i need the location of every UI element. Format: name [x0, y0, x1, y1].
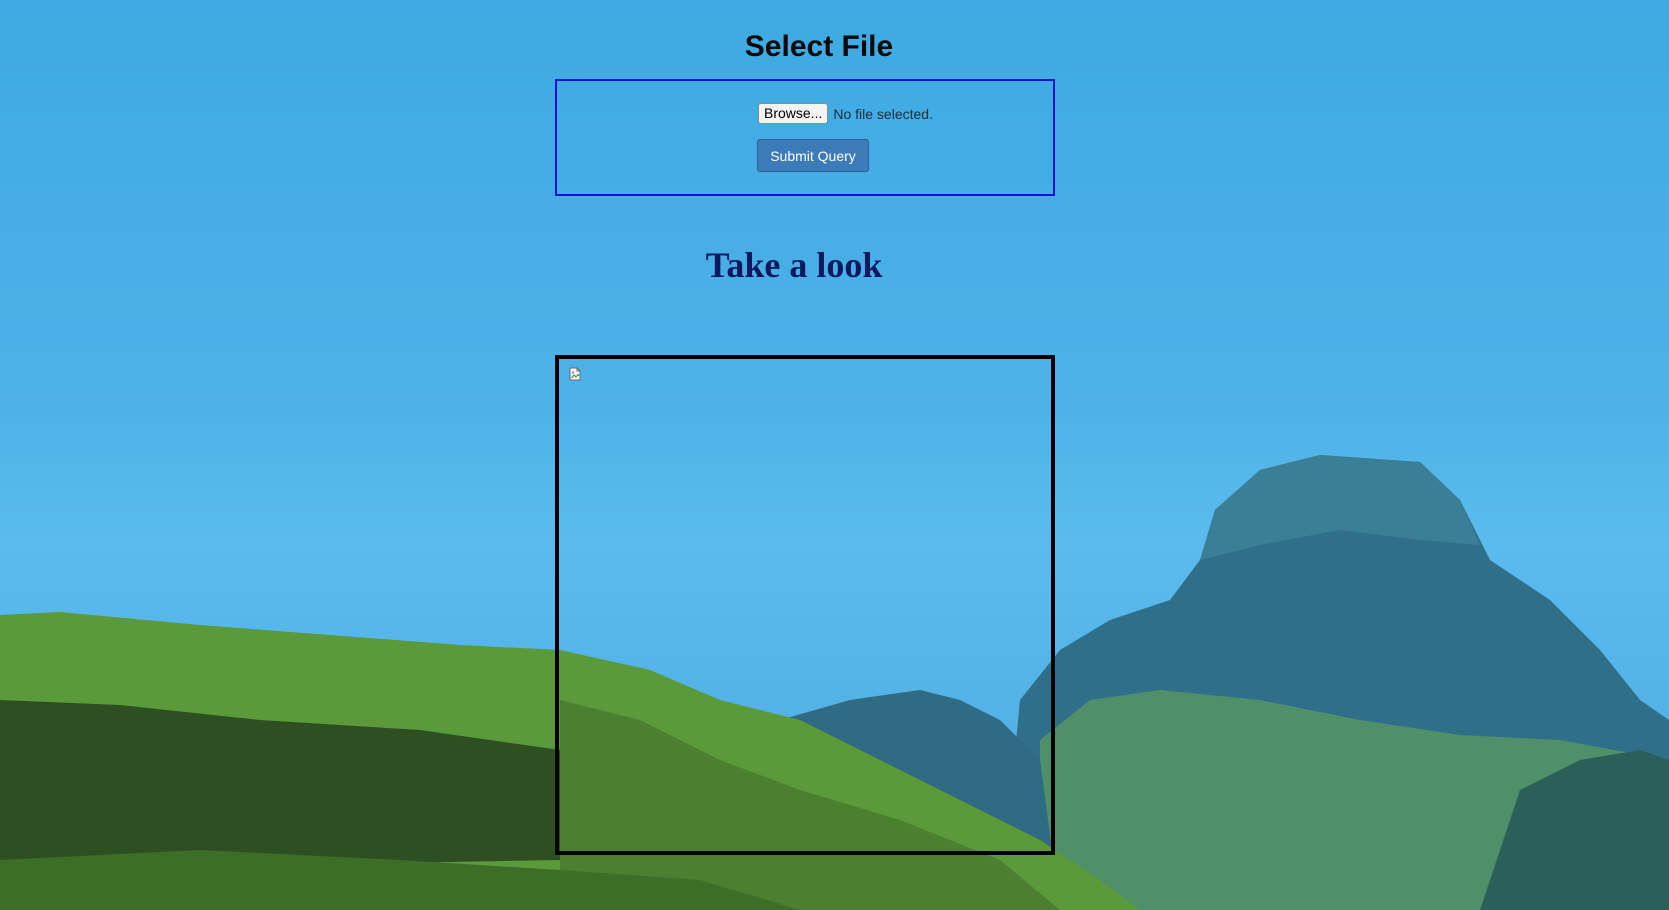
file-upload-form: Browse... No file selected. Submit Query	[555, 79, 1055, 196]
section-title: Take a look	[705, 245, 883, 285]
broken-image-icon	[569, 367, 581, 381]
image-preview-frame	[555, 355, 1055, 855]
file-status-text: No file selected.	[833, 105, 933, 122]
page-title: Select File	[744, 30, 894, 63]
file-input[interactable]: Browse... No file selected.	[758, 103, 933, 124]
browse-button[interactable]: Browse...	[758, 103, 829, 124]
submit-query-button[interactable]: Submit Query	[757, 139, 869, 172]
